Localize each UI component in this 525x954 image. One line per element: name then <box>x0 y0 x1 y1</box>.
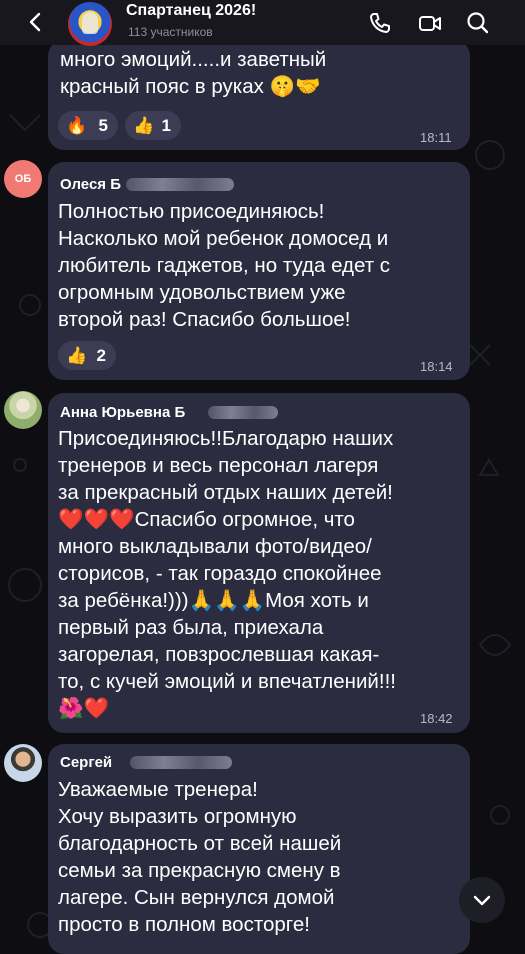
message-time: 18:42 <box>420 711 453 726</box>
message-bubble[interactable]: Олеся Б Полностью присоединяюсь! Насколь… <box>48 162 470 380</box>
message-bubble[interactable]: Сергей Уважаемые тренера! Хочу выразить … <box>48 744 470 954</box>
chat-header: Спартанец 2026! 113 участников <box>0 0 525 46</box>
reaction-chip[interactable]: 🔥 5 <box>58 111 118 140</box>
avatar[interactable] <box>4 744 42 782</box>
reaction-chip[interactable]: 👍 1 <box>125 111 181 140</box>
message-text: Присоединяюсь!!Благодарю наших тренеров … <box>58 427 396 720</box>
author-name[interactable]: Олеся Б <box>60 176 121 193</box>
group-avatar[interactable] <box>68 2 112 46</box>
thumbs-up-icon: 👍 <box>133 116 155 135</box>
redacted-surname <box>130 756 232 769</box>
phone-icon[interactable] <box>366 9 394 37</box>
thumbs-up-icon: 👍 <box>66 346 88 365</box>
reaction-count: 1 <box>161 116 171 135</box>
search-icon[interactable] <box>464 9 492 37</box>
redacted-surname <box>208 406 278 419</box>
message-time: 18:11 <box>420 130 452 145</box>
author-name[interactable]: Анна Юрьевна Б <box>60 404 185 421</box>
member-count: 113 участников <box>128 25 213 39</box>
chat-title[interactable]: Спартанец 2026! <box>126 2 256 20</box>
message-time: 18:14 <box>420 359 453 374</box>
back-arrow-icon[interactable] <box>22 8 50 36</box>
fire-icon: 🔥 <box>66 116 88 135</box>
scroll-to-bottom-button[interactable] <box>459 877 505 923</box>
author-name[interactable]: Сергей <box>60 754 112 771</box>
avatar[interactable]: ОБ <box>4 160 42 198</box>
message-bubble[interactable]: много эмоций.....и заветный красный пояс… <box>48 40 470 150</box>
reaction-count: 5 <box>98 116 108 135</box>
video-camera-icon[interactable] <box>416 9 444 37</box>
message-text: много эмоций.....и заветный красный пояс… <box>60 48 327 98</box>
reaction-chip[interactable]: 👍 2 <box>58 341 116 370</box>
avatar[interactable] <box>4 391 42 429</box>
redacted-surname <box>126 178 234 191</box>
reaction-count: 2 <box>96 346 106 365</box>
message-text: Полностью присоединяюсь! Насколько мой р… <box>58 200 391 331</box>
message-text: Уважаемые тренера! Хочу выразить огромну… <box>58 778 342 936</box>
chevron-down-icon <box>473 895 491 906</box>
message-bubble[interactable]: Анна Юрьевна Б Присоединяюсь!!Благодарю … <box>48 393 470 733</box>
